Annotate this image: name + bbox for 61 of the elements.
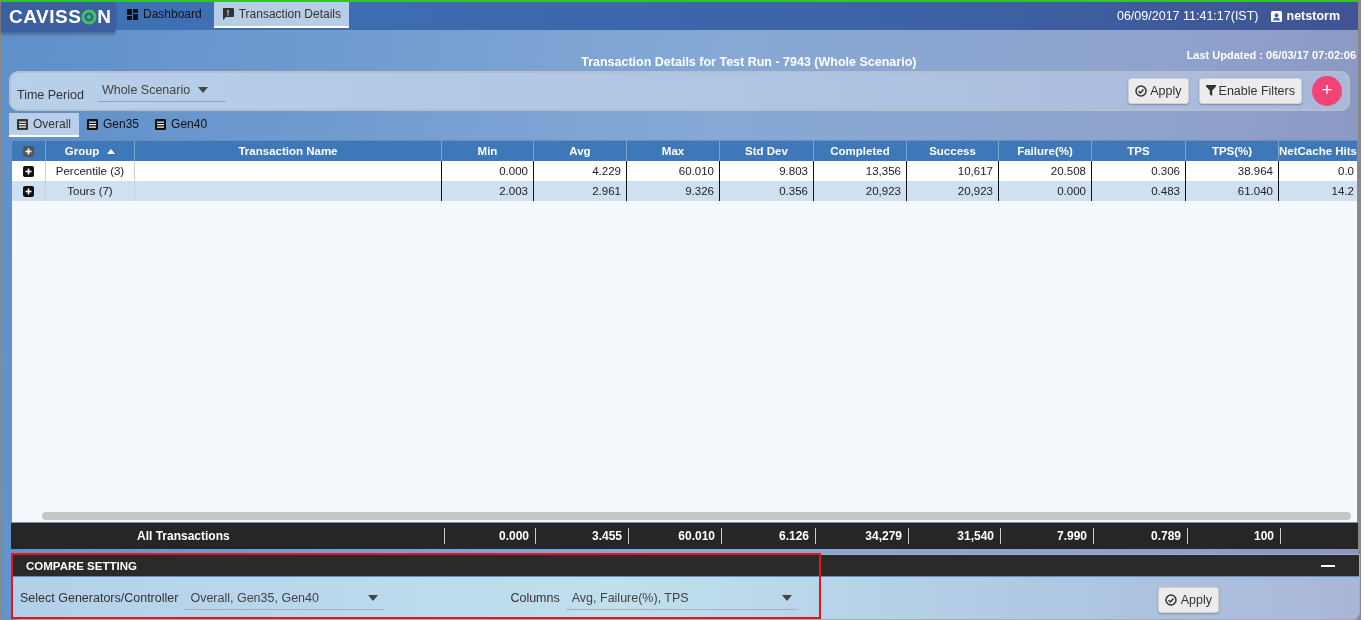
- time-period-label: Time Period: [17, 87, 84, 102]
- table-icon: [17, 118, 28, 130]
- totals-cell: 0.789: [1094, 528, 1188, 544]
- filter-icon: [1205, 85, 1216, 97]
- generators-label: Select Generators/Controller: [20, 591, 179, 605]
- cavisson-logo: CAVISS N: [1, 2, 115, 32]
- table-icon: [155, 118, 167, 130]
- dashboard-icon: [127, 8, 138, 20]
- generator-tab[interactable]: Gen40: [147, 113, 216, 138]
- expand-icon[interactable]: [23, 185, 34, 197]
- table-cell: Tours (7): [46, 181, 135, 202]
- table-icon: [87, 118, 98, 130]
- compare-setting-title: COMPARE SETTING: [26, 559, 137, 572]
- totals-cell: 100: [1188, 528, 1281, 544]
- caret-down-icon: [198, 87, 209, 94]
- totals-label: All Transactions: [136, 529, 231, 543]
- columns-label: Columns: [510, 591, 560, 605]
- table-cell: 9.326: [627, 181, 720, 202]
- generator-tab[interactable]: Gen35: [79, 113, 148, 138]
- generator-tab[interactable]: Overall: [9, 113, 79, 138]
- totals-cell: 34,279: [816, 528, 909, 544]
- table-cell-text: 14.2: [1330, 184, 1355, 200]
- date-time: 06/09/2017 11:41:17(IST): [1116, 8, 1259, 25]
- caret-down-icon: [368, 594, 379, 601]
- columns-dropdown[interactable]: Avg, Failure(%), TPS: [565, 586, 798, 610]
- totals-cell: 60.010: [629, 528, 722, 544]
- add-button[interactable]: +: [1312, 75, 1342, 106]
- table-cell: 0.000: [999, 181, 1092, 202]
- horizontal-scrollbar[interactable]: [42, 512, 1351, 521]
- expand-icon[interactable]: [23, 165, 34, 177]
- enable-filters-button[interactable]: Enable Filters: [1198, 77, 1302, 104]
- user-menu[interactable]: netstorm: [1270, 2, 1340, 30]
- table-cell: 2.003: [442, 181, 534, 202]
- table-cell: 0.483: [1092, 181, 1186, 202]
- table-cell: 20,923: [907, 181, 999, 202]
- totals-cell: 31,540: [909, 528, 1001, 544]
- check-circle-icon: [1135, 84, 1148, 97]
- table-cell: 20,923: [814, 181, 907, 202]
- totals-cell: 3.455: [536, 528, 629, 544]
- totals-cell: 0.000: [444, 528, 536, 544]
- last-updated: Last Updated : 06/03/17 07:02:06: [1186, 48, 1356, 61]
- apply-button[interactable]: Apply: [1128, 77, 1189, 104]
- totals-cell: 7.990: [1001, 528, 1094, 544]
- totals-cell: 6.126: [722, 528, 816, 544]
- time-period-dropdown[interactable]: Whole Scenario: [97, 79, 226, 103]
- check-circle-icon: [1164, 594, 1177, 606]
- nav-tab[interactable]: Dashboard: [119, 2, 210, 28]
- minimize-icon[interactable]: [1321, 564, 1335, 567]
- generators-dropdown[interactable]: Overall, Gen35, Gen40: [184, 586, 385, 610]
- apply-button[interactable]: Apply: [1157, 587, 1219, 613]
- expand-all-icon: [23, 145, 34, 157]
- ring-icon: [81, 9, 98, 25]
- table-cell: 2.961: [534, 181, 627, 202]
- user-icon: [1270, 10, 1282, 22]
- table-cell-text: 0.0: [1337, 164, 1355, 180]
- page-title: Transaction Details for Test Run - 7943 (Whole Scenario): [580, 54, 918, 69]
- message-icon: [221, 8, 234, 20]
- nav-tab[interactable]: Transaction Details: [213, 2, 349, 28]
- caret-down-icon: [781, 594, 792, 601]
- table-cell: 0.356: [720, 181, 814, 202]
- table-cell: 61.040: [1186, 181, 1279, 202]
